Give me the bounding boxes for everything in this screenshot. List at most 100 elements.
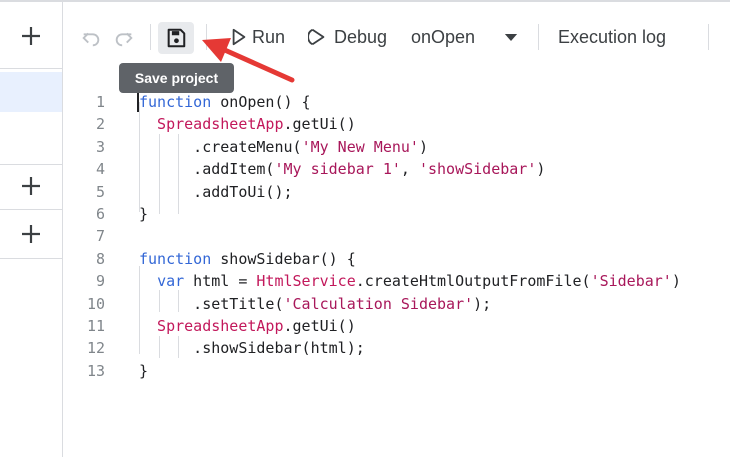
code-token: }: [139, 205, 149, 223]
code-token: ,: [400, 160, 419, 179]
code-editor[interactable]: 1 function onOpen() {2 SpreadsheetApp.get…: [63, 88, 730, 388]
text-cursor: [137, 92, 139, 112]
undo-icon: [82, 32, 100, 47]
plus-icon: [22, 177, 40, 195]
redo-icon: [115, 32, 133, 47]
code-token: .addToUi();: [139, 182, 293, 201]
code-token: 'Sidebar': [590, 272, 672, 291]
code-token: 'showSidebar': [418, 160, 537, 179]
plus-icon: [22, 225, 40, 243]
execution-log-button[interactable]: Execution log: [558, 26, 666, 48]
line-number: 3: [95, 137, 105, 156]
code-text: .setTitle('Calculation Sidebar');: [139, 293, 491, 315]
redo-button[interactable]: [112, 26, 136, 50]
line-number: 13: [86, 361, 105, 380]
code-line: 1 function onOpen() {: [63, 91, 730, 113]
code-token: .addItem(: [139, 160, 275, 179]
code-line: 3 .createMenu('My New Menu'): [63, 136, 730, 158]
code-token: 'My sidebar 1': [274, 160, 401, 179]
code-text: .createMenu('My New Menu'): [139, 136, 428, 158]
code-text: function onOpen() {: [139, 91, 311, 113]
line-number: 5: [95, 182, 105, 201]
code-token: .setTitle(: [139, 294, 284, 313]
code-token: }: [139, 361, 149, 380]
code-token: ): [536, 160, 546, 179]
code-text: var html = HtmlService.createHtmlOutputF…: [139, 270, 681, 292]
code-token: onOpen() {: [211, 93, 311, 111]
code-text: SpreadsheetApp.getUi(): [139, 113, 356, 135]
left-panel: [0, 2, 63, 457]
line-number: 6: [95, 205, 105, 223]
code-text: .addItem('My sidebar 1', 'showSidebar'): [139, 158, 545, 180]
code-token: ): [418, 137, 428, 156]
code-token: html =: [184, 272, 257, 291]
code-line: 7: [63, 225, 730, 247]
code-line: 12 .showSidebar(html);: [63, 337, 730, 359]
line-number: 11: [86, 317, 105, 335]
toolbar-separator: [150, 24, 151, 50]
divider: [0, 209, 62, 210]
code-text: }: [139, 203, 148, 225]
debug-button-icon-wrap[interactable]: [307, 26, 329, 48]
code-line: 13}: [63, 360, 730, 382]
undo-button[interactable]: [79, 26, 103, 50]
toolbar-separator: [538, 24, 539, 50]
apps-script-editor: Run Debug onOpen Execution log 1 function…: [0, 0, 730, 457]
line-number: 12: [86, 339, 105, 358]
code-token: function: [139, 249, 212, 268]
code-token: var: [157, 272, 185, 291]
code-token: .createMenu(: [139, 137, 302, 156]
divider: [0, 164, 62, 165]
code-token: SpreadsheetApp: [139, 115, 284, 134]
code-text: }: [139, 360, 148, 382]
debug-button[interactable]: Debug: [334, 26, 387, 48]
line-number: 8: [95, 249, 105, 268]
save-project-button[interactable]: [158, 22, 194, 54]
line-number: 7: [95, 227, 105, 246]
code-text: .showSidebar(html);: [139, 337, 365, 359]
code-token: showSidebar() {: [211, 249, 356, 268]
code-line: 8 function showSidebar() {: [63, 248, 730, 270]
line-number: 2: [95, 115, 105, 134]
run-button-icon-wrap[interactable]: [229, 26, 249, 48]
divider: [0, 68, 62, 69]
function-select[interactable]: onOpen: [411, 26, 475, 48]
code-line: 6}: [63, 203, 730, 225]
code-text: .addToUi();: [139, 181, 293, 203]
line-number: 4: [95, 160, 105, 179]
code-line: 2 SpreadsheetApp.getUi(): [63, 113, 730, 135]
code-token: SpreadsheetApp: [139, 317, 284, 335]
code-token: 'My New Menu': [301, 137, 419, 156]
selected-file-item[interactable]: [0, 72, 62, 112]
add-file-button[interactable]: [0, 18, 62, 54]
run-button[interactable]: Run: [252, 26, 285, 48]
debug-icon: [308, 28, 325, 46]
line-number: 1: [95, 93, 105, 111]
code-line: 11 SpreadsheetApp.getUi(): [63, 315, 730, 337]
code-token: .showSidebar(html);: [139, 339, 365, 358]
code-text: function showSidebar() {: [139, 248, 356, 270]
code-line: 10 .setTitle('Calculation Sidebar');: [63, 293, 730, 315]
code-token: 'Calculation Sidebar': [283, 294, 474, 313]
line-number: 10: [86, 294, 105, 313]
code-line: 4 .addItem('My sidebar 1', 'showSidebar'…: [63, 158, 730, 180]
code-token: .getUi(): [283, 115, 356, 134]
caret-down-icon: [504, 33, 518, 41]
code-token: ): [671, 272, 681, 291]
code-text: SpreadsheetApp.getUi(): [139, 315, 356, 337]
add-service-button[interactable]: [0, 216, 62, 252]
save-project-tooltip: Save project: [119, 63, 234, 93]
code-token: .createHtmlOutputFromFile(: [355, 272, 591, 291]
code-token: .getUi(): [283, 317, 356, 335]
code-token: function: [139, 93, 212, 111]
floppy-disk-icon: [167, 28, 186, 48]
divider: [0, 258, 62, 259]
code-token: );: [473, 294, 492, 313]
line-number: 9: [95, 272, 105, 291]
add-library-button[interactable]: [0, 168, 62, 204]
plus-icon: [22, 27, 40, 45]
toolbar: Run Debug onOpen Execution log: [63, 2, 730, 68]
function-dropdown[interactable]: [503, 30, 519, 44]
code-line: 5 .addToUi();: [63, 181, 730, 203]
